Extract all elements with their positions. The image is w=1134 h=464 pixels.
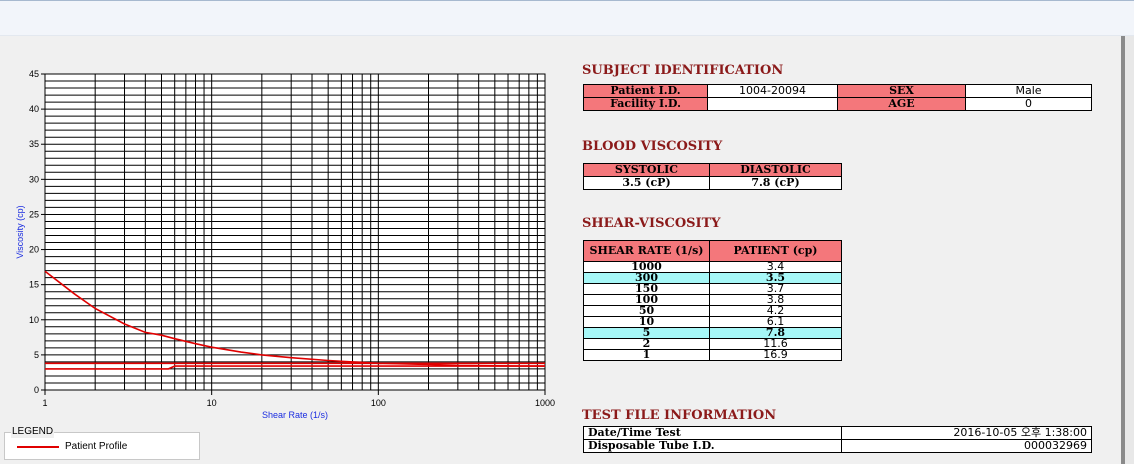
test-file-table: Date/Time Test 2016-10-05 오후 1:38:00 Dis… [583,426,1092,453]
patient-cp-header: PATIENT (cp) [709,240,842,262]
table-row: 5 7.8 [583,327,842,339]
table-row: 50 4.2 [583,305,842,317]
shear-rate-cell: 2 [583,338,710,350]
x-tick-label: 100 [371,398,386,408]
table-row: 1 16.9 [583,349,842,361]
patient-cp-cell: 4.2 [709,305,842,317]
subject-identification-title: SUBJECT IDENTIFICATION [582,63,784,78]
shear-viscosity-table: SHEAR RATE (1/s) PATIENT (cp) 1000 3.4 300… [583,240,842,361]
shear-rate-cell: 1000 [583,261,710,273]
systolic-value: 3.5 (cP) [583,176,710,190]
vertical-scrollbar[interactable] [1125,36,1134,464]
legend-title: LEGEND [11,426,55,438]
table-row: 2 11.6 [583,338,842,350]
shear-rate-cell: 50 [583,305,710,317]
patient-cp-cell: 16.9 [709,349,842,361]
datetime-value: 2016-10-05 오후 1:38:00 [841,426,1092,440]
y-tick-label: 30 [29,174,39,184]
diastolic-label: DIASTOLIC [709,163,842,177]
patient-cp-cell: 7.8 [709,327,842,339]
facility-id-label: Facility I.D. [583,97,708,111]
diastolic-value: 7.8 (cP) [709,176,842,190]
test-file-information-title: TEST FILE INFORMATION [582,408,777,423]
shear-rate-cell: 5 [583,327,710,339]
shear-rate-cell: 150 [583,283,710,295]
patient-id-value: 1004-20094 [707,84,838,98]
y-tick-label: 10 [29,315,39,325]
y-tick-label: 40 [29,104,39,114]
y-tick-label: 45 [29,69,39,79]
y-tick-label: 25 [29,209,39,219]
systolic-label: SYSTOLIC [583,163,710,177]
patient-cp-cell: 11.6 [709,338,842,350]
legend-box: LEGEND Patient Profile [4,426,200,460]
shear-rate-header: SHEAR RATE (1/s) [583,240,710,262]
y-axis-label: Viscosity (cp) [15,205,25,258]
y-tick-label: 35 [29,139,39,149]
table-row: 300 3.5 [583,272,842,284]
patient-cp-cell: 6.1 [709,316,842,328]
x-tick-label: 10 [207,398,217,408]
blood-viscosity-table: SYSTOLIC DIASTOLIC 3.5 (cP) 7.8 (cP) [583,163,842,190]
patient-cp-cell: 3.4 [709,261,842,273]
table-row: 150 3.7 [583,283,842,295]
shear-rate-cell: 1 [583,349,710,361]
x-tick-label: 1 [42,398,47,408]
table-row: 10 6.1 [583,316,842,328]
y-tick-label: 5 [34,350,39,360]
x-tick-label: 1000 [535,398,555,408]
table-row: 100 3.8 [583,294,842,306]
datetime-label: Date/Time Test [583,426,842,440]
y-tick-label: 20 [29,245,39,255]
shear-rate-cell: 100 [583,294,710,306]
viscosity-chart: 0 5 10 15 20 25 30 35 40 45 1 10 100 1000 Shear Rate… [0,60,570,425]
patient-cp-cell: 3.7 [709,283,842,295]
patient-cp-cell: 3.8 [709,294,842,306]
patient-cp-cell: 3.5 [709,272,842,284]
patient-id-label: Patient I.D. [583,84,708,98]
y-tick-label: 15 [29,280,39,290]
age-value: 0 [965,97,1092,111]
plot-area [44,73,546,391]
legend-label: Patient Profile [65,441,128,452]
blood-viscosity-title: BLOOD VISCOSITY [582,139,723,154]
x-axis-label: Shear Rate (1/s) [262,410,328,420]
age-label: AGE [837,97,966,111]
legend-swatch [17,446,59,448]
shear-rate-cell: 300 [583,272,710,284]
shear-viscosity-title: SHEAR-VISCOSITY [582,216,721,231]
subject-table: Patient I.D. 1004-20094 SEX Male Facilit… [583,84,1092,111]
tube-id-value: 000032969 [841,439,1092,453]
top-toolbar [0,0,1134,36]
tube-id-label: Disposable Tube I.D. [583,439,842,453]
y-tick-label: 0 [34,385,39,395]
facility-id-value [707,97,838,111]
sex-label: SEX [837,84,966,98]
table-row: 1000 3.4 [583,261,842,273]
shear-rate-cell: 10 [583,316,710,328]
sex-value: Male [965,84,1092,98]
